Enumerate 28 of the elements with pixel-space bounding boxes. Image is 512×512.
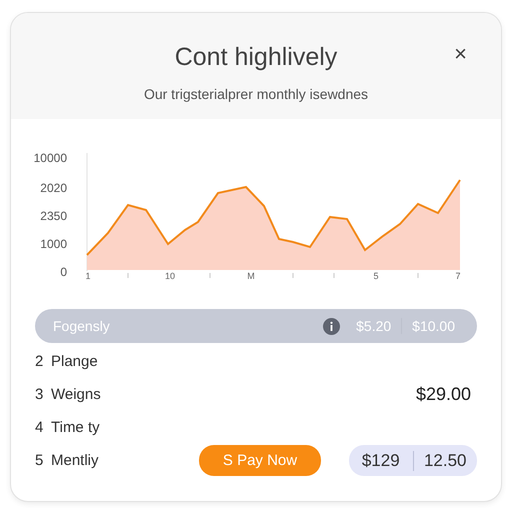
row-label: Fogensly bbox=[53, 318, 111, 334]
y-axis-label: 2020 bbox=[40, 181, 67, 195]
y-axis-label: 10000 bbox=[34, 151, 67, 165]
row-label: Weigns bbox=[51, 386, 101, 403]
price-text: 12.50 bbox=[412, 450, 477, 470]
dialog-title: Cont highlively bbox=[174, 43, 338, 72]
x-axis-label: 10 bbox=[165, 271, 175, 281]
row-label: Time ty bbox=[51, 419, 100, 436]
y-axis-label: 1000 bbox=[40, 237, 67, 251]
row-number: 4 bbox=[35, 419, 44, 436]
price-text: $129 bbox=[360, 450, 401, 470]
row-label: Plange bbox=[51, 353, 98, 370]
x-axis-label: M bbox=[247, 271, 255, 281]
row-number: 3 bbox=[35, 386, 44, 403]
row-label: Mentliy bbox=[51, 452, 99, 469]
close-button[interactable]: × bbox=[450, 43, 471, 65]
price-text: $10.00 bbox=[401, 318, 465, 334]
price-text: $5.20 bbox=[355, 318, 392, 334]
dialog-subtitle: Our trigsterialprer monthly isewdnes bbox=[144, 86, 368, 102]
x-axis-label: 1 bbox=[86, 271, 90, 281]
x-axis-label: 5 bbox=[374, 271, 378, 281]
y-axis-label: 2350 bbox=[40, 209, 67, 223]
price-text: $29.00 bbox=[416, 384, 471, 405]
info-icon bbox=[323, 318, 340, 334]
row-number: 2 bbox=[35, 353, 44, 370]
y-axis-label: 0 bbox=[60, 265, 67, 279]
row-number: 5 bbox=[35, 452, 44, 469]
x-axis-label: 7 bbox=[456, 271, 460, 281]
